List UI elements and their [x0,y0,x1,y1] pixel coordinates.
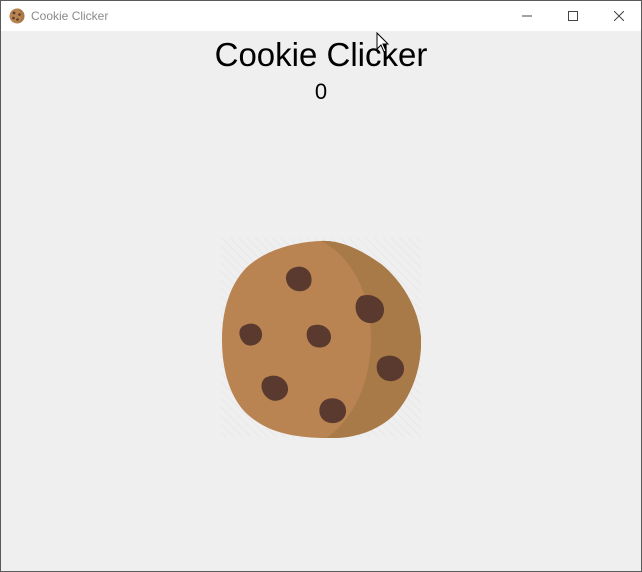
app-window: Cookie Clicker Cookie Clicker 0 [0,0,642,572]
mouse-cursor-icon [376,32,390,53]
minimize-icon [522,15,532,17]
close-button[interactable] [596,1,641,31]
maximize-button[interactable] [550,1,596,31]
minimize-button[interactable] [504,1,550,31]
cookie-count: 0 [314,79,328,104]
title-bar[interactable]: Cookie Clicker [1,1,641,31]
window-title: Cookie Clicker [31,9,109,23]
maximize-icon [568,11,578,21]
page-title: Cookie Clicker [214,36,428,73]
cookie-button[interactable] [221,238,422,439]
app-content: Cookie Clicker 0 [1,31,641,571]
close-icon [614,11,624,21]
cookie-icon [221,238,422,439]
cookie-icon [9,8,25,24]
